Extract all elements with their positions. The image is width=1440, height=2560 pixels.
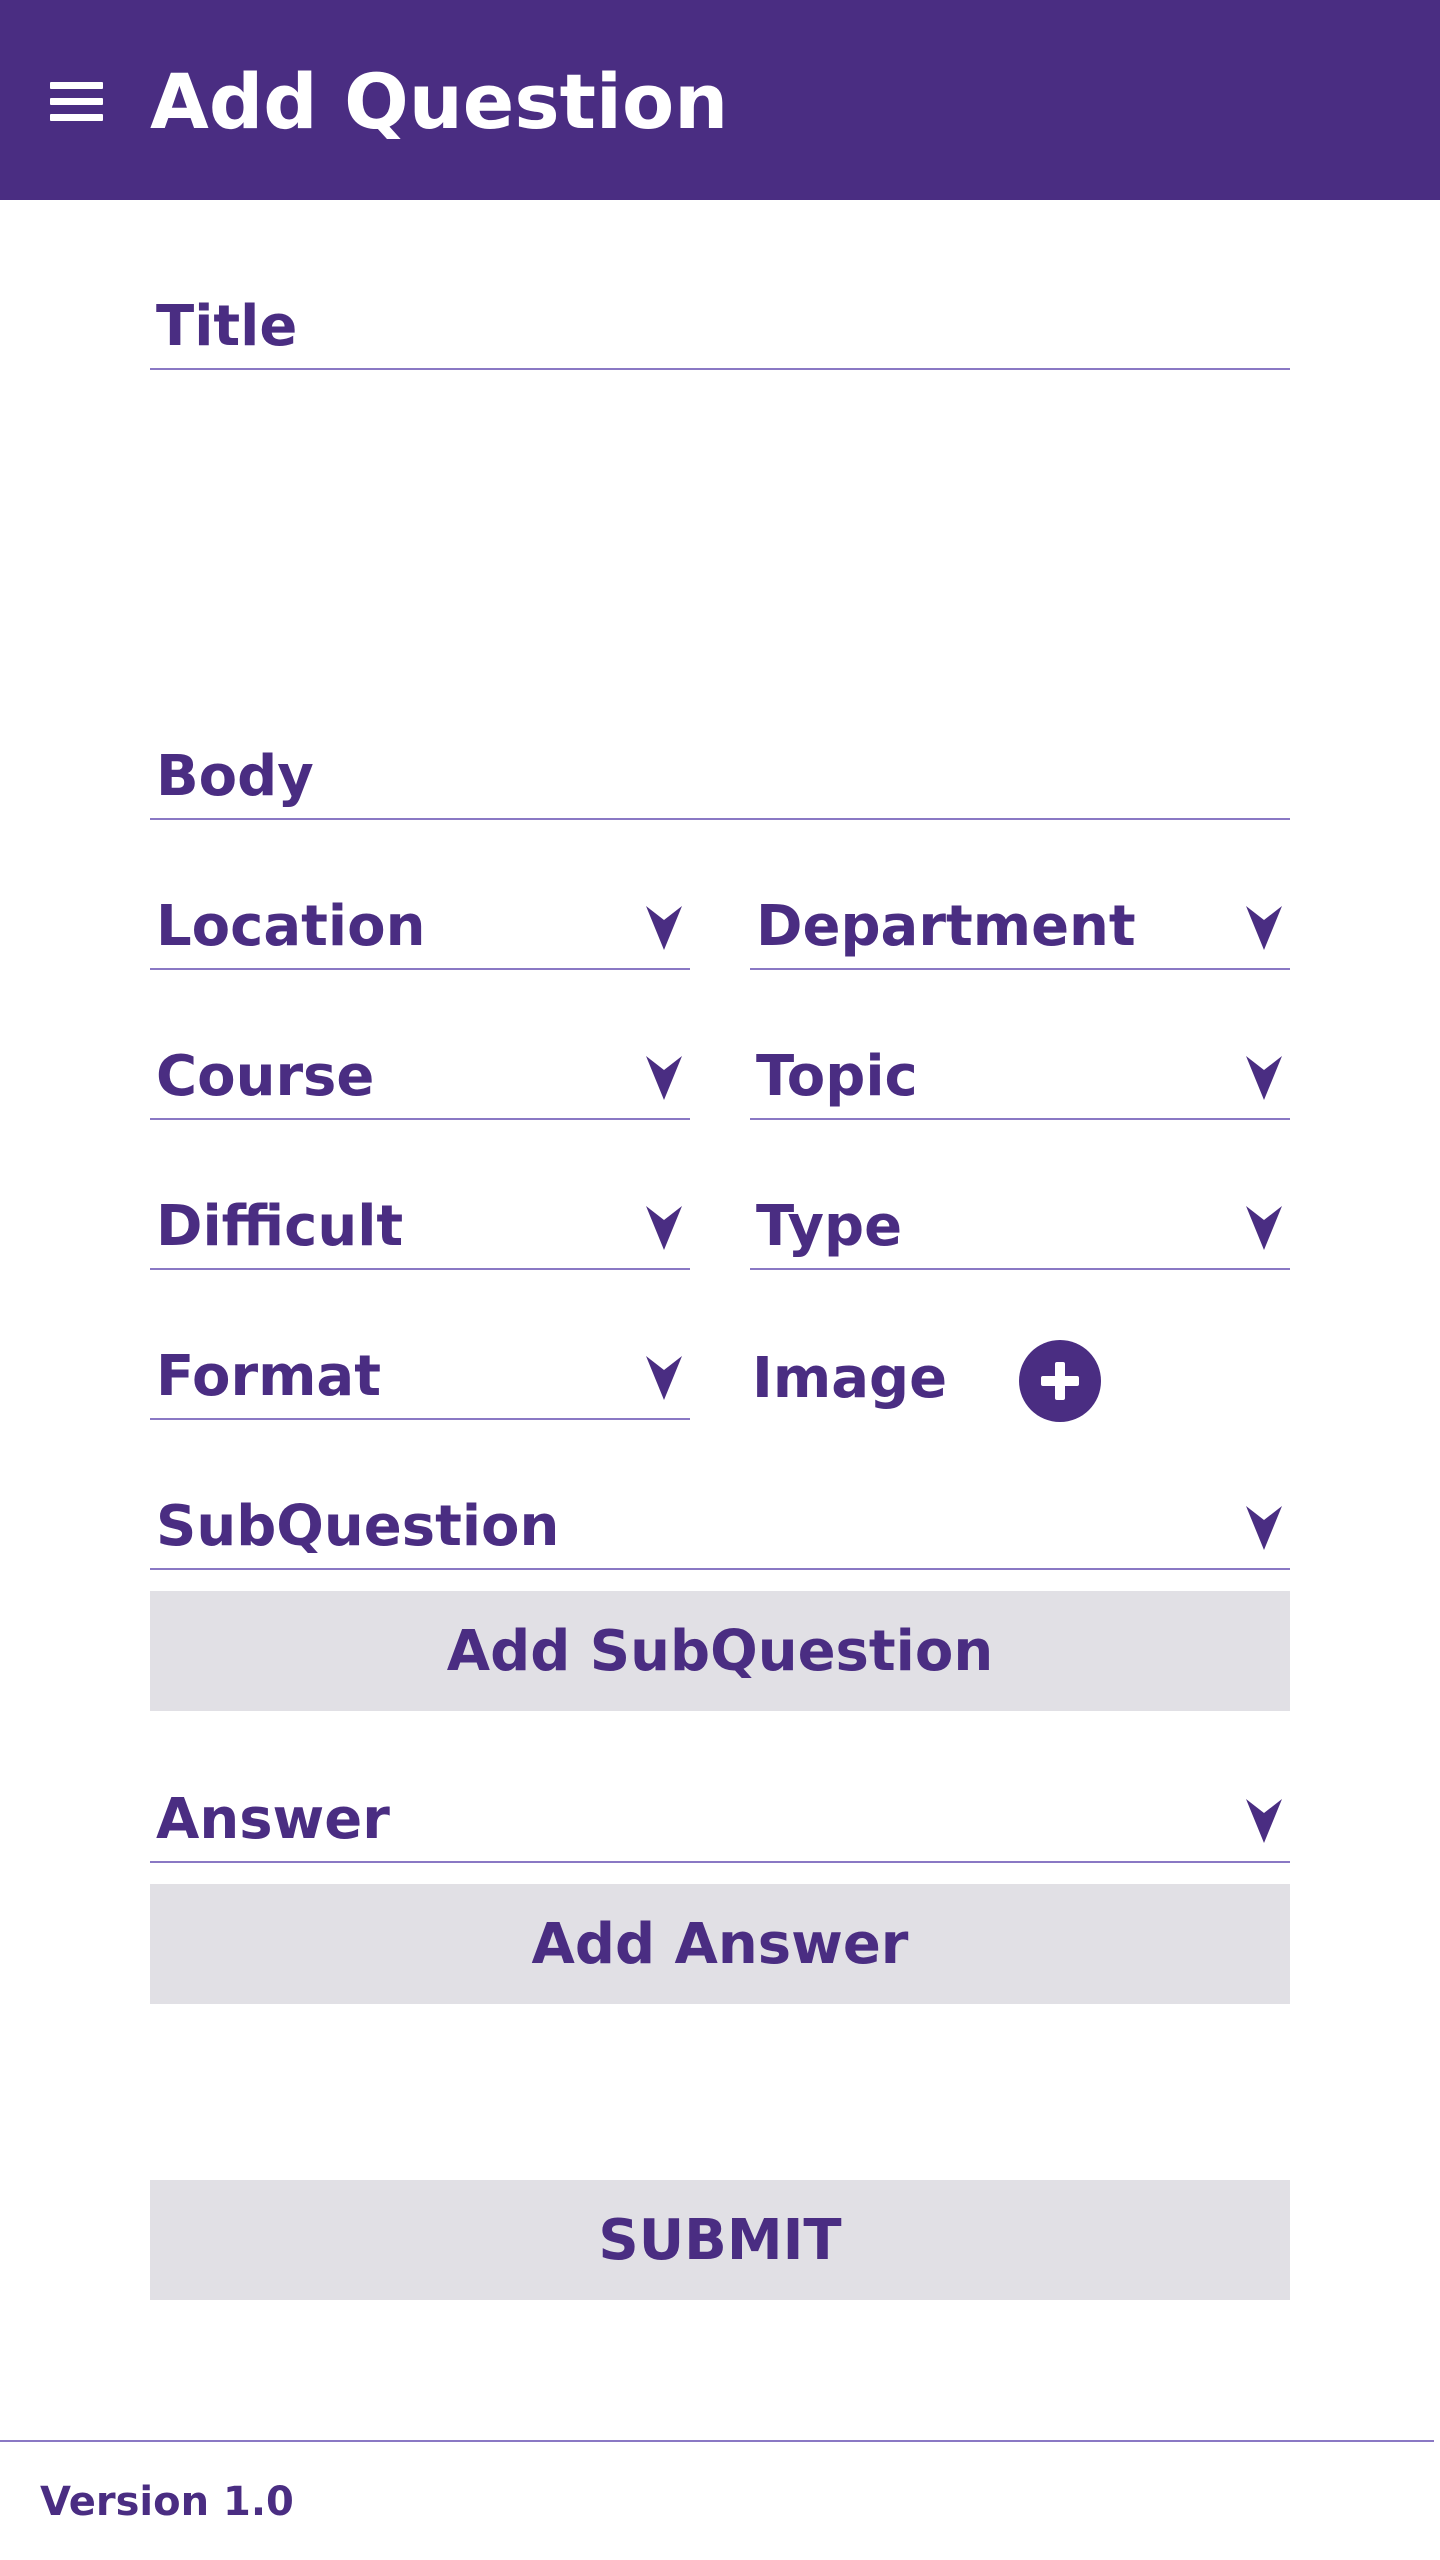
difficult-dropdown[interactable]: Difficult	[150, 1180, 690, 1270]
caret-down-icon	[646, 1206, 682, 1250]
add-image-button[interactable]	[1019, 1340, 1101, 1422]
department-label: Department	[756, 894, 1136, 959]
body-field[interactable]: Body	[150, 370, 1290, 820]
format-label: Format	[156, 1344, 381, 1409]
hamburger-menu-icon[interactable]	[50, 82, 103, 122]
add-subquestion-button[interactable]: Add SubQuestion	[150, 1591, 1290, 1711]
version-label: Version 1.0	[40, 2479, 294, 2525]
caret-down-icon	[1246, 1799, 1282, 1843]
caret-down-icon	[1246, 906, 1282, 950]
answer-dropdown[interactable]: Answer	[150, 1773, 1290, 1863]
topic-dropdown[interactable]: Topic	[750, 1030, 1290, 1120]
caret-down-icon	[1246, 1506, 1282, 1550]
footer-divider	[0, 2440, 1434, 2442]
subquestion-label: SubQuestion	[156, 1494, 560, 1559]
add-answer-button[interactable]: Add Answer	[150, 1884, 1290, 2004]
image-label: Image	[752, 1346, 948, 1411]
body-placeholder: Body	[156, 744, 314, 809]
type-label: Type	[756, 1194, 903, 1259]
course-dropdown[interactable]: Course	[150, 1030, 690, 1120]
department-dropdown[interactable]: Department	[750, 880, 1290, 970]
location-label: Location	[156, 894, 426, 959]
format-dropdown[interactable]: Format	[150, 1330, 690, 1420]
answer-label: Answer	[156, 1787, 390, 1852]
subquestion-dropdown[interactable]: SubQuestion	[150, 1480, 1290, 1570]
title-placeholder: Title	[156, 294, 298, 359]
caret-down-icon	[646, 1056, 682, 1100]
caret-down-icon	[1246, 1206, 1282, 1250]
submit-button[interactable]: SUBMIT	[150, 2180, 1290, 2300]
difficult-label: Difficult	[156, 1194, 404, 1259]
caret-down-icon	[1246, 1056, 1282, 1100]
caret-down-icon	[646, 906, 682, 950]
app-bar: Add Question	[0, 0, 1440, 200]
caret-down-icon	[646, 1356, 682, 1400]
title-field[interactable]: Title	[150, 280, 1290, 370]
course-label: Course	[156, 1044, 375, 1109]
type-dropdown[interactable]: Type	[750, 1180, 1290, 1270]
topic-label: Topic	[756, 1044, 918, 1109]
location-dropdown[interactable]: Location	[150, 880, 690, 970]
page-title: Add Question	[150, 57, 729, 146]
